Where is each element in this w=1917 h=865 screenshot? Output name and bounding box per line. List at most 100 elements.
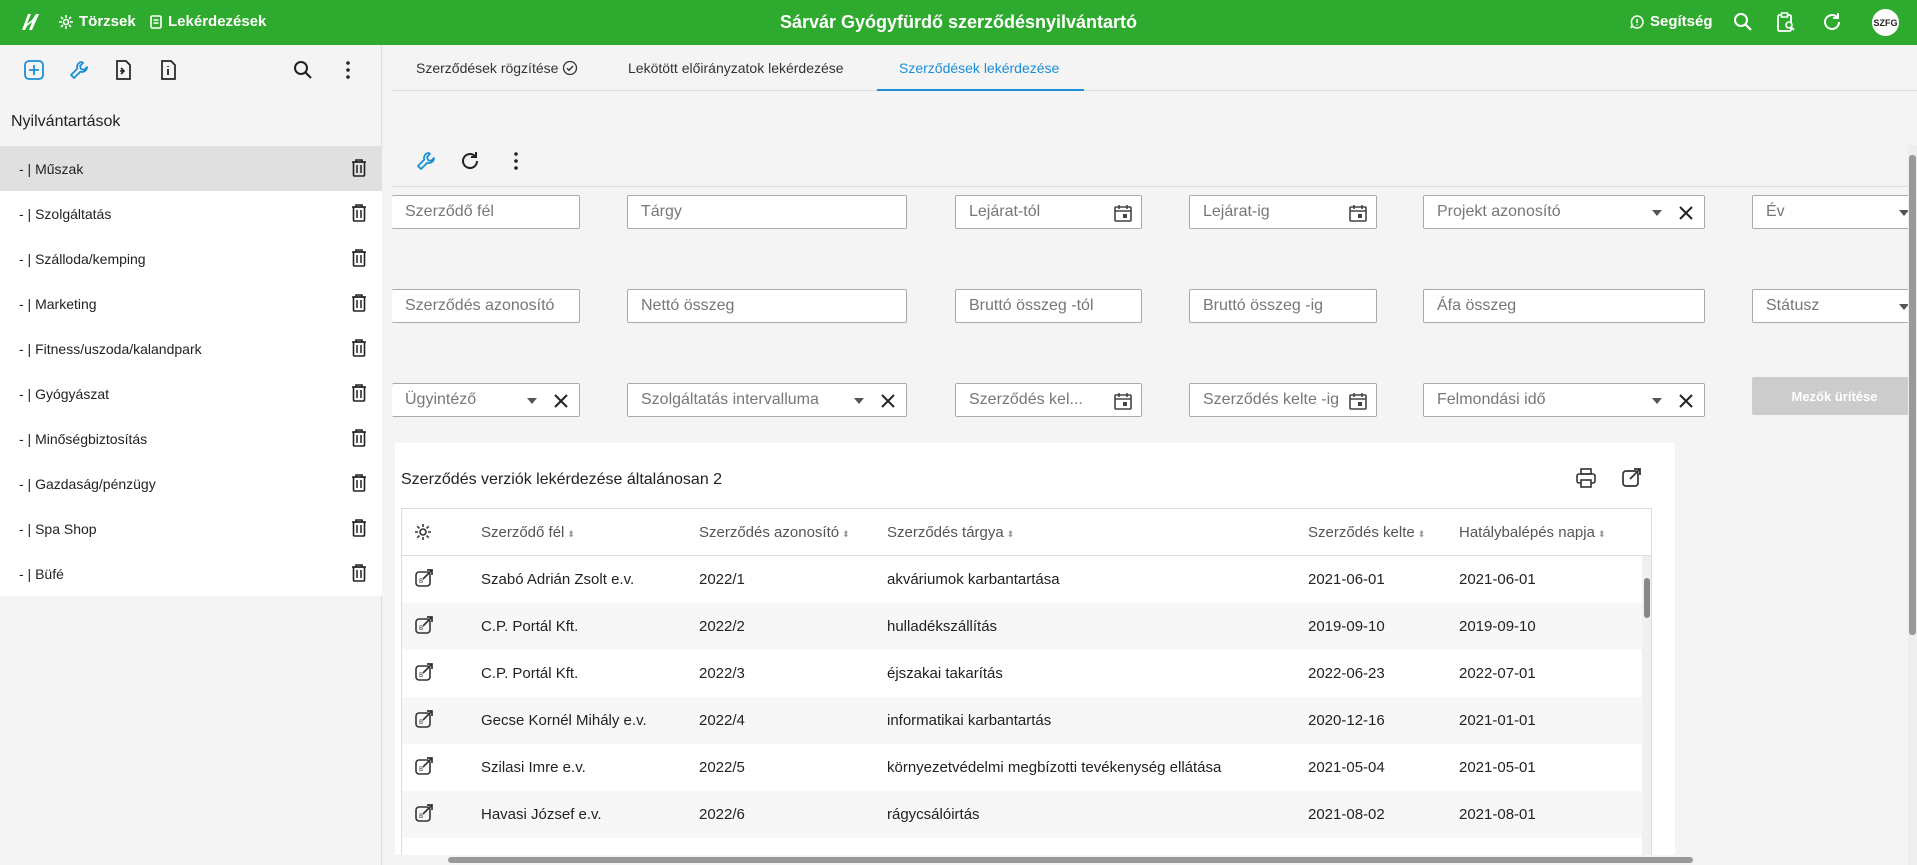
sidebar-item[interactable]: - | Fitness/uszoda/kalandpark bbox=[0, 326, 382, 371]
sort-icon: ⬍ bbox=[1597, 529, 1606, 539]
szerzodo-fel-field[interactable]: Szerződő fél bbox=[392, 195, 580, 229]
open-record-icon[interactable]: B bbox=[414, 803, 434, 823]
trash-icon[interactable] bbox=[351, 473, 367, 492]
kelte-ig-field[interactable]: Szerződés kelte -ig bbox=[1189, 383, 1377, 417]
kelte-tol-field[interactable]: Szerződés kel... bbox=[955, 383, 1142, 417]
horizontal-scrollbar[interactable] bbox=[392, 855, 1917, 865]
column-header-szerzodo-fel[interactable]: Szerződő fél ⬍ bbox=[481, 524, 575, 541]
wrench-icon[interactable] bbox=[415, 150, 437, 172]
trash-icon[interactable] bbox=[351, 428, 367, 447]
calendar-icon[interactable] bbox=[1113, 391, 1133, 411]
ev-select[interactable]: Év bbox=[1752, 195, 1917, 229]
table-row[interactable]: B Szabó Adrián Zsolt e.v. 2022/1 akváriumok… bbox=[402, 556, 1642, 603]
trash-icon[interactable] bbox=[351, 203, 367, 222]
trash-icon[interactable] bbox=[351, 158, 367, 177]
sidebar-item[interactable]: - | Marketing bbox=[0, 281, 382, 326]
table-row[interactable]: B Szilasi Imre e.v. 2022/5 környezetvédelmi… bbox=[402, 744, 1642, 791]
targy-field[interactable]: Tárgy bbox=[627, 195, 907, 229]
grid-vertical-scrollbar[interactable] bbox=[1642, 556, 1651, 864]
search-icon[interactable] bbox=[1732, 11, 1754, 33]
table-row[interactable]: B Havasi József e.v. 2022/6 rágycsálóirtás 2… bbox=[402, 791, 1642, 838]
chevron-down-icon bbox=[527, 398, 537, 404]
table-row[interactable]: B Gecse Kornél Mihály e.v. 2022/4 informati… bbox=[402, 697, 1642, 744]
more-vertical-icon[interactable] bbox=[505, 150, 527, 172]
sidebar-item[interactable]: - | Minőségbiztosítás bbox=[0, 416, 382, 461]
table-row[interactable]: B C.P. Portál Kft. 2022/2 hulladékszállítás… bbox=[402, 603, 1642, 650]
open-record-icon[interactable]: B bbox=[414, 615, 434, 635]
sidebar-item[interactable]: - | Gyógyászat bbox=[0, 371, 382, 416]
brutto-ig-field[interactable]: Bruttó összeg -ig bbox=[1189, 289, 1377, 323]
settings-gear-icon[interactable] bbox=[414, 523, 432, 541]
trash-icon[interactable] bbox=[351, 248, 367, 267]
field-placeholder: Szerződés kelte -ig bbox=[1203, 391, 1340, 408]
app-logo-icon[interactable] bbox=[18, 12, 40, 32]
sidebar-item-label: - | Minőségbiztosítás bbox=[19, 430, 148, 447]
sidebar-item[interactable]: - | Gazdaság/pénzügy bbox=[0, 461, 382, 506]
calendar-icon[interactable] bbox=[1113, 203, 1133, 223]
wrench-icon[interactable] bbox=[68, 59, 90, 81]
trash-icon[interactable] bbox=[351, 383, 367, 402]
nav-lekerdezesek[interactable]: Lekérdezések bbox=[150, 13, 266, 30]
close-icon[interactable] bbox=[551, 391, 571, 411]
table-cell: C.P. Portál Kft. bbox=[481, 665, 579, 682]
lejarat-ig-field[interactable]: Lejárat-ig bbox=[1189, 195, 1377, 229]
trash-icon[interactable] bbox=[351, 293, 367, 312]
tab-szerzodesek-rogzitese[interactable]: Szerződések rögzítése bbox=[416, 60, 578, 76]
column-header-targya[interactable]: Szerződés tárgya ⬍ bbox=[887, 524, 1014, 541]
sidebar-item[interactable]: - | Szálloda/kemping bbox=[0, 236, 382, 281]
felmondasi-ido-select[interactable]: Felmondási idő bbox=[1423, 383, 1705, 417]
print-icon[interactable] bbox=[1575, 467, 1597, 489]
column-header-kelte[interactable]: Szerződés kelte ⬍ bbox=[1308, 524, 1425, 541]
table-cell: 2021-05-01 bbox=[1459, 759, 1536, 776]
sidebar-item[interactable]: - | Műszak bbox=[0, 146, 382, 191]
calendar-icon[interactable] bbox=[1348, 203, 1368, 223]
field-placeholder: Felmondási idő bbox=[1437, 391, 1546, 408]
column-header-azonosito[interactable]: Szerződés azonosító ⬍ bbox=[699, 524, 850, 541]
clear-fields-button[interactable]: Mezők ürítése bbox=[1752, 377, 1917, 415]
sidebar-item[interactable]: - | Spa Shop bbox=[0, 506, 382, 551]
scrollbar-thumb[interactable] bbox=[448, 857, 1693, 863]
open-record-icon[interactable]: B bbox=[414, 662, 434, 682]
trash-icon[interactable] bbox=[351, 338, 367, 357]
tab-lekotott-eloiranyzatok[interactable]: Lekötött előirányzatok lekérdezése bbox=[628, 60, 844, 76]
refresh-icon[interactable] bbox=[459, 150, 481, 172]
page-vertical-scrollbar[interactable] bbox=[1908, 145, 1917, 865]
clipboard-search-icon[interactable] bbox=[1775, 11, 1797, 33]
trash-icon[interactable] bbox=[351, 518, 367, 537]
open-record-icon[interactable]: B bbox=[414, 709, 434, 729]
search-icon[interactable] bbox=[292, 59, 314, 81]
tab-szerzodesek-lekerdezese[interactable]: Szerződések lekérdezése bbox=[899, 60, 1059, 76]
netto-osszeg-field[interactable]: Nettó összeg bbox=[627, 289, 907, 323]
user-avatar[interactable]: SZFG bbox=[1872, 9, 1899, 36]
scrollbar-thumb[interactable] bbox=[1909, 155, 1916, 635]
szerzodes-azonosito-field[interactable]: Szerződés azonosító bbox=[392, 289, 580, 323]
table-row[interactable]: B C.P. Portál Kft. 2022/3 éjszakai takarítá… bbox=[402, 650, 1642, 697]
add-icon[interactable] bbox=[23, 59, 45, 81]
szolgaltatas-intervalluma-select[interactable]: Szolgáltatás intervalluma bbox=[627, 383, 907, 417]
sidebar-item[interactable]: - | Büfé bbox=[0, 551, 382, 596]
open-record-icon[interactable]: B bbox=[414, 756, 434, 776]
open-external-icon[interactable] bbox=[1620, 467, 1642, 489]
column-header-hatalybalepes[interactable]: Hatálybalépés napja ⬍ bbox=[1459, 524, 1605, 541]
brutto-tol-field[interactable]: Bruttó összeg -tól bbox=[955, 289, 1142, 323]
projekt-azonosito-select[interactable]: Projekt azonosító bbox=[1423, 195, 1705, 229]
trash-icon[interactable] bbox=[351, 563, 367, 582]
ugyintezo-select[interactable]: Ügyintéző bbox=[392, 383, 580, 417]
document-info-icon[interactable] bbox=[157, 59, 179, 81]
nav-torzsek[interactable]: Törzsek bbox=[59, 13, 136, 30]
statusz-select[interactable]: Státusz bbox=[1752, 289, 1917, 323]
refresh-icon[interactable] bbox=[1821, 11, 1843, 33]
afa-osszeg-field[interactable]: Áfa összeg bbox=[1423, 289, 1705, 323]
close-icon[interactable] bbox=[1676, 203, 1696, 223]
more-vertical-icon[interactable] bbox=[337, 59, 359, 81]
lejarat-tol-field[interactable]: Lejárat-tól bbox=[955, 195, 1142, 229]
scrollbar-thumb[interactable] bbox=[1644, 578, 1650, 618]
calendar-icon[interactable] bbox=[1348, 391, 1368, 411]
help-link[interactable]: Segítség bbox=[1630, 13, 1713, 30]
close-icon[interactable] bbox=[1676, 391, 1696, 411]
sidebar-item[interactable]: - | Szolgáltatás bbox=[0, 191, 382, 236]
open-record-icon[interactable]: B bbox=[414, 568, 434, 588]
help-label: Segítség bbox=[1650, 13, 1713, 30]
document-arrow-icon[interactable] bbox=[112, 59, 134, 81]
close-icon[interactable] bbox=[878, 391, 898, 411]
